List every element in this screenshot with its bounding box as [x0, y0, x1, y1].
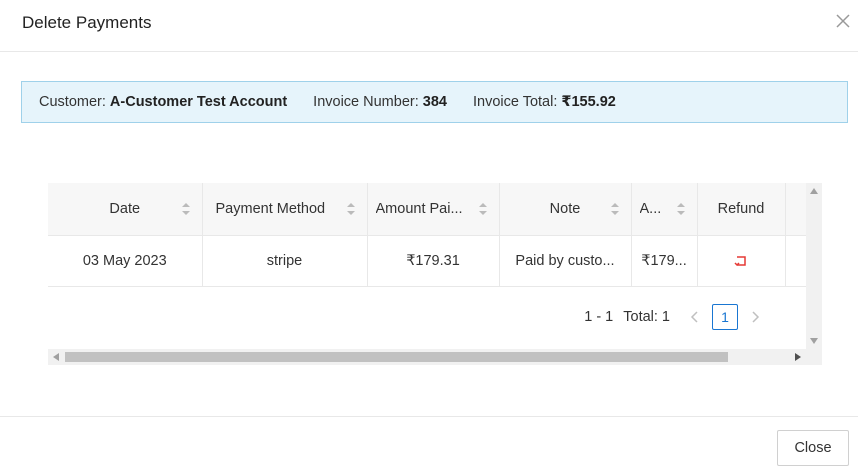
pagination-total: Total: 1 — [623, 309, 670, 325]
scroll-left-icon[interactable] — [53, 353, 59, 361]
cell-extra — [785, 235, 806, 287]
payments-table: Date Payment Method Amount Pai... Note A… — [48, 183, 806, 287]
pagination: 1 - 1 Total: 1 1 — [584, 304, 766, 330]
table-viewport: Date Payment Method Amount Pai... Note A… — [48, 183, 806, 349]
dialog-title: Delete Payments — [22, 13, 152, 32]
dialog-header: Delete Payments — [0, 0, 858, 52]
invoice-info-bar: Customer: A-Customer Test Account Invoic… — [21, 81, 848, 123]
horizontal-scrollbar[interactable] — [48, 349, 806, 365]
column-header-extra — [785, 183, 806, 236]
page-button-1[interactable]: 1 — [712, 304, 738, 330]
pagination-range: 1 - 1 — [584, 309, 614, 325]
sort-icon[interactable] — [346, 202, 356, 216]
dialog-footer: Close — [0, 416, 858, 473]
customer-label: Customer: — [39, 94, 106, 110]
invoice-total-info: Invoice Total: ₹155.92 — [473, 94, 616, 110]
scroll-up-icon[interactable] — [810, 188, 818, 194]
column-header-note[interactable]: Note — [499, 183, 632, 236]
cell-refund — [697, 235, 786, 287]
chevron-right-icon[interactable] — [748, 310, 762, 324]
refund-icon[interactable] — [734, 254, 748, 268]
table-row: 03 May 2023 stripe ₹179.31 Paid by custo… — [48, 235, 806, 287]
scroll-right-icon[interactable] — [795, 353, 801, 361]
invoice-total-value: ₹155.92 — [561, 94, 616, 110]
vertical-scrollbar[interactable] — [806, 183, 822, 349]
sort-icon[interactable] — [181, 202, 191, 216]
scroll-down-icon[interactable] — [810, 338, 818, 344]
sort-icon[interactable] — [478, 202, 488, 216]
cell-payment-method: stripe — [202, 235, 368, 287]
sort-icon[interactable] — [610, 202, 620, 216]
invoice-number-value: 384 — [422, 94, 447, 110]
close-button[interactable]: Close — [777, 430, 849, 466]
cell-a: ₹179... — [631, 235, 698, 287]
table-header-row: Date Payment Method Amount Pai... Note A… — [48, 183, 806, 236]
payments-table-container: Date Payment Method Amount Pai... Note A… — [48, 183, 822, 365]
invoice-number-label: Invoice Number: — [313, 94, 419, 110]
column-header-date[interactable]: Date — [48, 183, 203, 236]
sort-icon[interactable] — [676, 202, 686, 216]
horizontal-scroll-thumb[interactable] — [65, 352, 728, 362]
column-header-amount-paid[interactable]: Amount Pai... — [367, 183, 500, 236]
customer-info: Customer: A-Customer Test Account — [39, 94, 287, 110]
customer-value: A-Customer Test Account — [109, 94, 288, 110]
column-header-refund: Refund — [697, 183, 786, 236]
cell-date: 03 May 2023 — [48, 235, 203, 287]
scroll-corner — [806, 349, 822, 365]
chevron-left-icon[interactable] — [688, 310, 702, 324]
cell-amount-paid: ₹179.31 — [367, 235, 500, 287]
delete-payments-dialog: Delete Payments Customer: A-Customer Tes… — [0, 0, 858, 473]
column-header-a[interactable]: A... — [631, 183, 698, 236]
column-header-payment-method[interactable]: Payment Method — [202, 183, 368, 236]
invoice-number-info: Invoice Number: 384 — [313, 94, 447, 110]
cell-note: Paid by custo... — [499, 235, 632, 287]
close-icon[interactable] — [834, 12, 852, 30]
invoice-total-label: Invoice Total: — [472, 94, 558, 110]
